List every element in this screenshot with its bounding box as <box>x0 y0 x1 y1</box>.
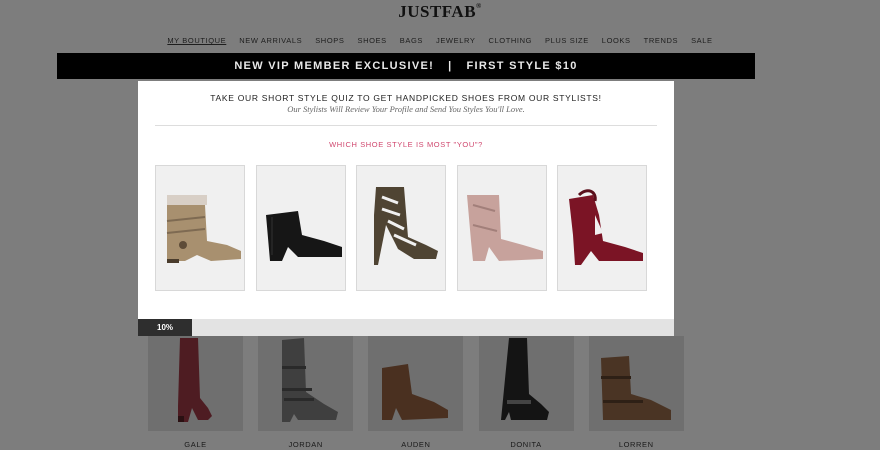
product-card[interactable]: AUDEN <box>368 336 464 449</box>
ankle-bootie-black-icon <box>265 211 342 261</box>
nav-bags[interactable]: BAGS <box>400 36 423 45</box>
nav-sale[interactable]: SALE <box>691 36 713 45</box>
gray-buckle-boot-icon <box>282 338 339 422</box>
nav-shoes[interactable]: SHOES <box>357 36 386 45</box>
product-name[interactable]: GALE <box>148 440 243 449</box>
quiz-progress-bar: 10% <box>138 319 674 336</box>
main-nav: MY BOUTIQUE NEW ARRIVALS SHOPS SHOES BAG… <box>0 36 880 45</box>
justfab-logo[interactable]: JUSTFAB® <box>0 2 880 22</box>
product-card[interactable]: LORREN <box>588 336 684 449</box>
nav-new-arrivals[interactable]: NEW ARRIVALS <box>239 36 302 45</box>
product-image[interactable] <box>588 336 684 431</box>
banner-left-text: NEW VIP MEMBER EXCLUSIVE! <box>234 60 435 72</box>
divider <box>155 125 657 126</box>
style-option-3[interactable] <box>356 165 446 291</box>
velvet-bootie-blush-icon <box>466 195 543 261</box>
registered-mark: ® <box>476 2 482 10</box>
product-name[interactable]: DONITA <box>479 440 574 449</box>
style-option-2[interactable] <box>255 165 346 291</box>
shoe-style-options <box>155 165 658 291</box>
black-riding-boot-icon <box>500 338 549 420</box>
burgundy-otk-boot-icon <box>178 338 212 422</box>
product-card[interactable]: DONITA <box>478 336 574 449</box>
product-image[interactable] <box>478 336 574 431</box>
nav-trends[interactable]: TRENDS <box>644 36 678 45</box>
product-name[interactable]: AUDEN <box>368 440 463 449</box>
nav-my-boutique[interactable]: MY BOUTIQUE <box>167 36 226 45</box>
slouch-boot-tan-icon <box>166 195 241 263</box>
cutout-heel-olive-icon <box>374 187 438 265</box>
quiz-subtitle: Our Stylists Will Review Your Profile an… <box>287 104 525 114</box>
product-image[interactable] <box>148 336 243 431</box>
nav-clothing[interactable]: CLOTHING <box>488 36 532 45</box>
nav-shops[interactable]: SHOPS <box>315 36 344 45</box>
banner-separator: | <box>448 60 453 72</box>
cutout-bootie-burgundy-icon <box>569 189 643 265</box>
brown-moto-boot-icon <box>600 356 671 420</box>
style-option-1[interactable] <box>155 165 245 291</box>
nav-jewelry[interactable]: JEWELRY <box>436 36 476 45</box>
quiz-title: TAKE OUR SHORT STYLE QUIZ TO GET HANDPIC… <box>210 93 602 103</box>
nav-looks[interactable]: LOOKS <box>602 36 631 45</box>
product-image[interactable] <box>258 336 354 431</box>
progress-label: 10% <box>157 323 174 332</box>
product-card[interactable]: JORDAN <box>258 336 354 449</box>
product-name[interactable]: LORREN <box>589 440 684 449</box>
style-quiz-modal: TAKE OUR SHORT STYLE QUIZ TO GET HANDPIC… <box>138 81 674 336</box>
product-image[interactable] <box>368 336 464 431</box>
brown-ankle-bootie-icon <box>382 364 449 420</box>
style-option-5[interactable] <box>557 165 647 291</box>
nav-plus-size[interactable]: PLUS SIZE <box>545 36 589 45</box>
product-name[interactable]: JORDAN <box>258 440 353 449</box>
promo-banner[interactable]: NEW VIP MEMBER EXCLUSIVE! | FIRST STYLE … <box>57 53 755 79</box>
style-option-4[interactable] <box>456 165 547 291</box>
product-grid: GALE JORDAN AUDEN DONITA LORREN <box>148 336 699 449</box>
product-card[interactable]: GALE <box>148 336 243 449</box>
progress-fill: 10% <box>138 319 192 336</box>
brand-name: JUSTFAB <box>398 2 477 21</box>
banner-right-text: FIRST STYLE $10 <box>466 60 578 72</box>
quiz-question: WHICH SHOE STYLE IS MOST "YOU"? <box>329 140 483 149</box>
